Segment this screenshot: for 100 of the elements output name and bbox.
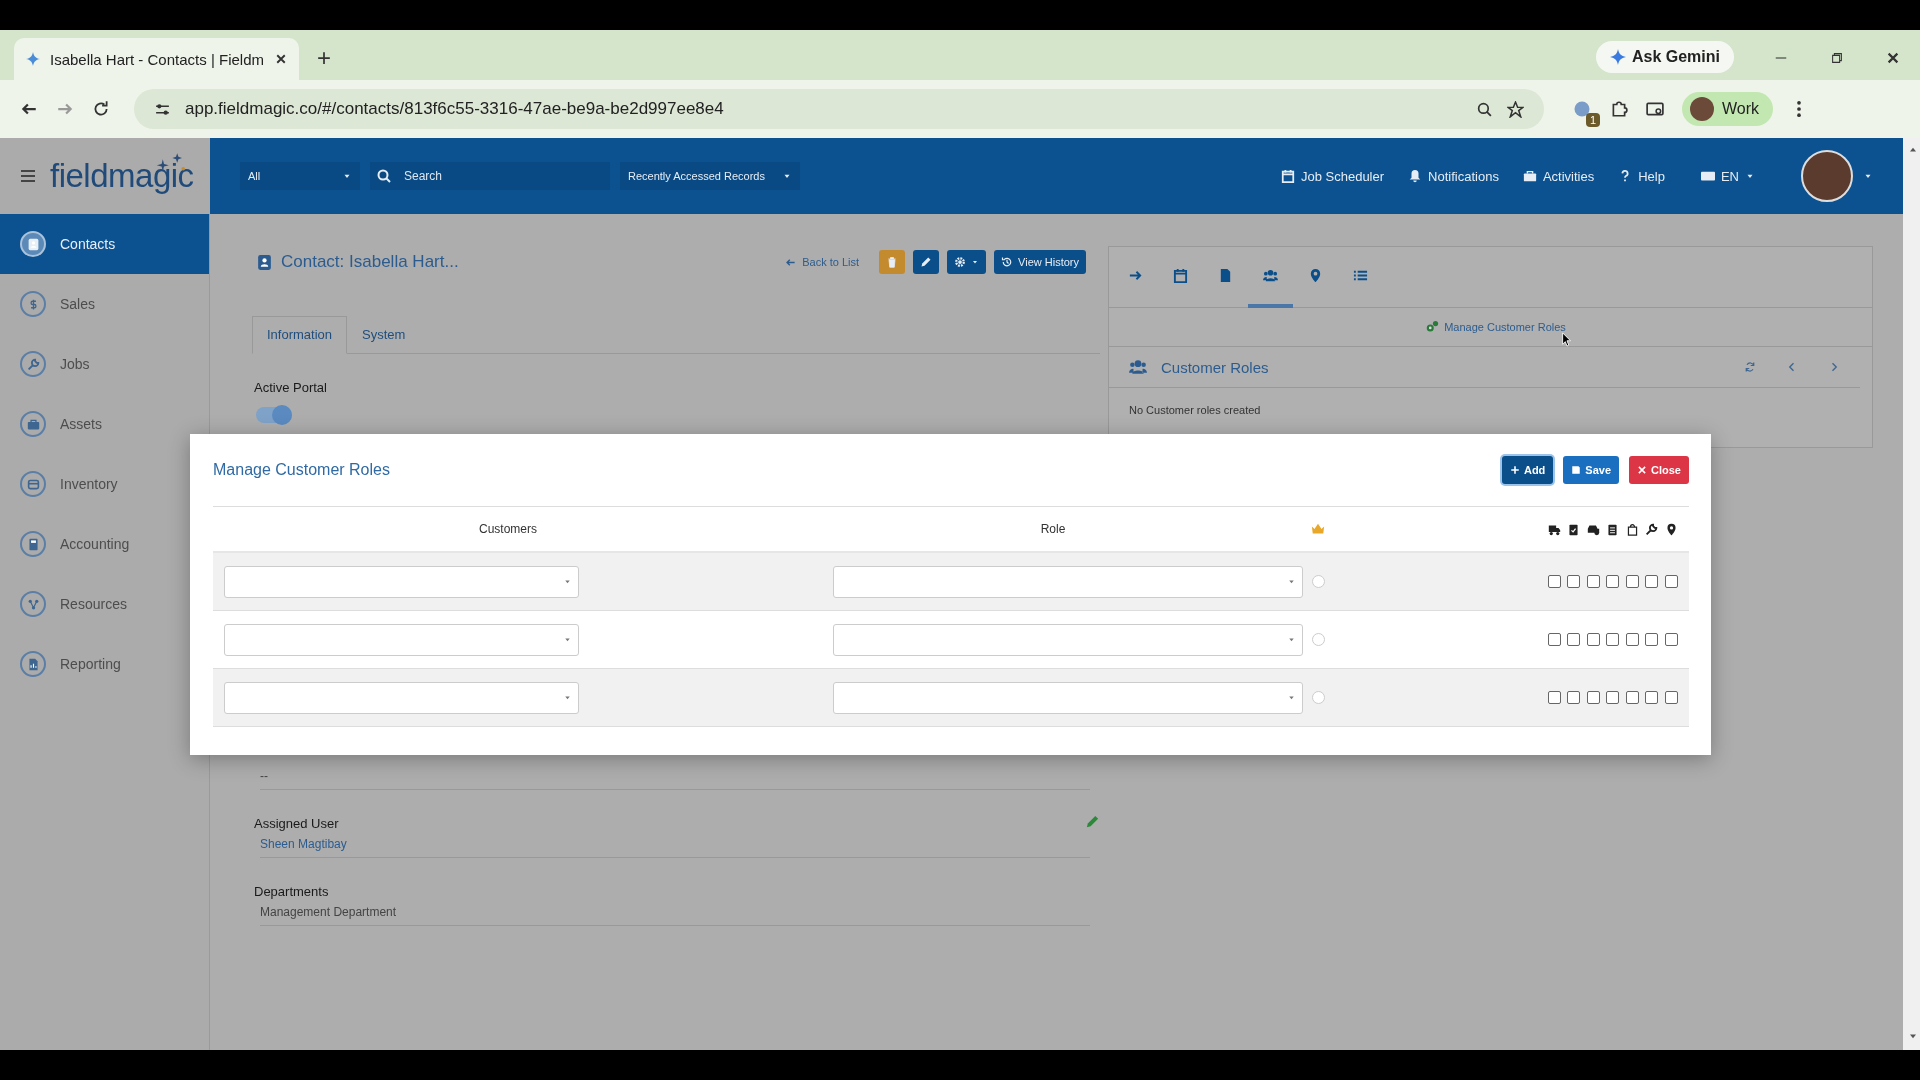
add-button[interactable]: Add (1501, 456, 1554, 484)
reload-icon (92, 100, 110, 118)
browser-tab[interactable]: Isabella Hart - Contacts | Fieldm (14, 38, 299, 80)
tab[interactable]: Information (252, 316, 348, 354)
sidebar-item[interactable]: Contacts (0, 214, 209, 274)
checkbox[interactable] (1625, 691, 1639, 704)
users-icon (1263, 268, 1278, 283)
profile-button[interactable]: Work (1682, 92, 1774, 126)
contact-title: Contact: Isabella Hart... (281, 252, 459, 272)
header-link[interactable]: Job Scheduler (1280, 168, 1385, 184)
new-tab-button[interactable]: + (317, 44, 331, 72)
checkbox[interactable] (1606, 633, 1620, 646)
network-icon (26, 597, 40, 611)
sidebar-item[interactable]: Reporting (0, 634, 209, 694)
primary-radio[interactable] (1311, 691, 1325, 704)
sidebar-item[interactable]: Jobs (0, 334, 209, 394)
close-button[interactable]: Close (1629, 456, 1689, 484)
pencil-icon (1085, 814, 1100, 829)
edit-button[interactable] (913, 250, 940, 274)
field-label: Departments (254, 884, 330, 899)
address-field[interactable]: app.fieldmagic.co/#/contacts/813f6c55-3316-47ae-be9a-be2d997ee8e4 (134, 89, 1544, 129)
checkbox[interactable] (1606, 575, 1620, 588)
checkbox[interactable] (1645, 575, 1659, 588)
caret-icon (971, 258, 980, 266)
plus-icon (1509, 465, 1520, 475)
checkbox[interactable] (1625, 633, 1639, 646)
checkbox[interactable] (1664, 691, 1678, 704)
checkbox[interactable] (1664, 575, 1678, 588)
sparkle-icon (1609, 49, 1626, 65)
checkbox[interactable] (1625, 575, 1639, 588)
checkbox[interactable] (1606, 691, 1620, 704)
recent-records-dropdown[interactable]: Recently Accessed Records (620, 162, 800, 190)
sidebar-item[interactable]: Inventory (0, 454, 209, 514)
sidebar-item[interactable]: Assets (0, 394, 209, 454)
section-title: Customer Roles (1161, 358, 1269, 376)
primary-radio[interactable] (1311, 633, 1325, 646)
contact-card-icon (26, 237, 40, 251)
caret-icon (1287, 693, 1296, 702)
users-icon (1129, 358, 1147, 376)
settings-dropdown[interactable] (947, 250, 987, 274)
app-logo[interactable]: fieldmagic (50, 157, 194, 195)
box-icon (26, 477, 40, 491)
report-icon (26, 657, 40, 671)
user-avatar[interactable] (1801, 150, 1853, 202)
empty-message: No Customer roles created (1128, 403, 1262, 418)
checkbox[interactable] (1645, 691, 1659, 704)
checkbox[interactable] (1567, 691, 1581, 704)
arrow-right-icon (1128, 268, 1143, 283)
more-icon[interactable] (1797, 101, 1802, 117)
column-header: Role (1040, 522, 1066, 536)
checkbox[interactable] (1547, 691, 1561, 704)
delete-button[interactable] (879, 250, 906, 274)
history-icon (1001, 256, 1014, 268)
zoom-icon (1476, 100, 1493, 118)
pencil-icon (920, 256, 933, 268)
checkbox[interactable] (1586, 691, 1600, 704)
contact-card-icon (256, 253, 273, 271)
sidebar-item[interactable]: Accounting (0, 514, 209, 574)
sidebar-item[interactable]: Resources (0, 574, 209, 634)
checkbox[interactable] (1586, 575, 1600, 588)
save-button[interactable]: Save (1563, 456, 1620, 484)
header-link[interactable]: Help (1618, 168, 1665, 184)
header-link[interactable]: Notifications (1408, 168, 1499, 184)
column-header: Customers (479, 522, 537, 536)
tab[interactable]: System (347, 316, 421, 353)
refresh-icon (1744, 361, 1756, 373)
primary-radio[interactable] (1311, 575, 1325, 588)
sparkle-icon (26, 52, 40, 66)
puzzle-icon (1610, 100, 1628, 118)
modal-title: Manage Customer Roles (213, 461, 390, 479)
clipboard-list-icon (1606, 522, 1620, 536)
calendar-icon (1173, 268, 1188, 283)
checkbox[interactable] (1547, 575, 1561, 588)
header-link[interactable]: Activities (1522, 168, 1595, 184)
cast-icon (1646, 100, 1664, 118)
filter-dropdown[interactable]: All (240, 162, 360, 190)
close-icon (1886, 51, 1900, 65)
map-pin-icon (1664, 522, 1678, 536)
scrollbar[interactable] (1903, 138, 1920, 1050)
checkbox[interactable] (1664, 633, 1678, 646)
truck-icon (1547, 522, 1561, 536)
search-field[interactable]: Search (370, 162, 610, 190)
sidebar-item[interactable]: Sales (0, 274, 209, 334)
checkbox[interactable] (1586, 633, 1600, 646)
checkbox[interactable] (1567, 633, 1581, 646)
briefcase-icon (1522, 169, 1537, 183)
crown-icon (1311, 522, 1325, 536)
checkbox[interactable] (1567, 575, 1581, 588)
gear-icon (954, 256, 967, 268)
field-label: Assigned User (254, 816, 339, 831)
caret-icon (563, 693, 572, 702)
toggle-switch[interactable] (256, 407, 292, 423)
ask-gemini-button[interactable]: Ask Gemini (1595, 41, 1734, 73)
caret-icon (563, 577, 572, 586)
checkbox[interactable] (1547, 633, 1561, 646)
checkbox[interactable] (1645, 633, 1659, 646)
wrench-icon (1645, 522, 1659, 536)
view-history-button[interactable]: View History (994, 250, 1086, 274)
briefcase-icon (26, 417, 40, 431)
language-dropdown[interactable]: EN (1700, 168, 1755, 184)
